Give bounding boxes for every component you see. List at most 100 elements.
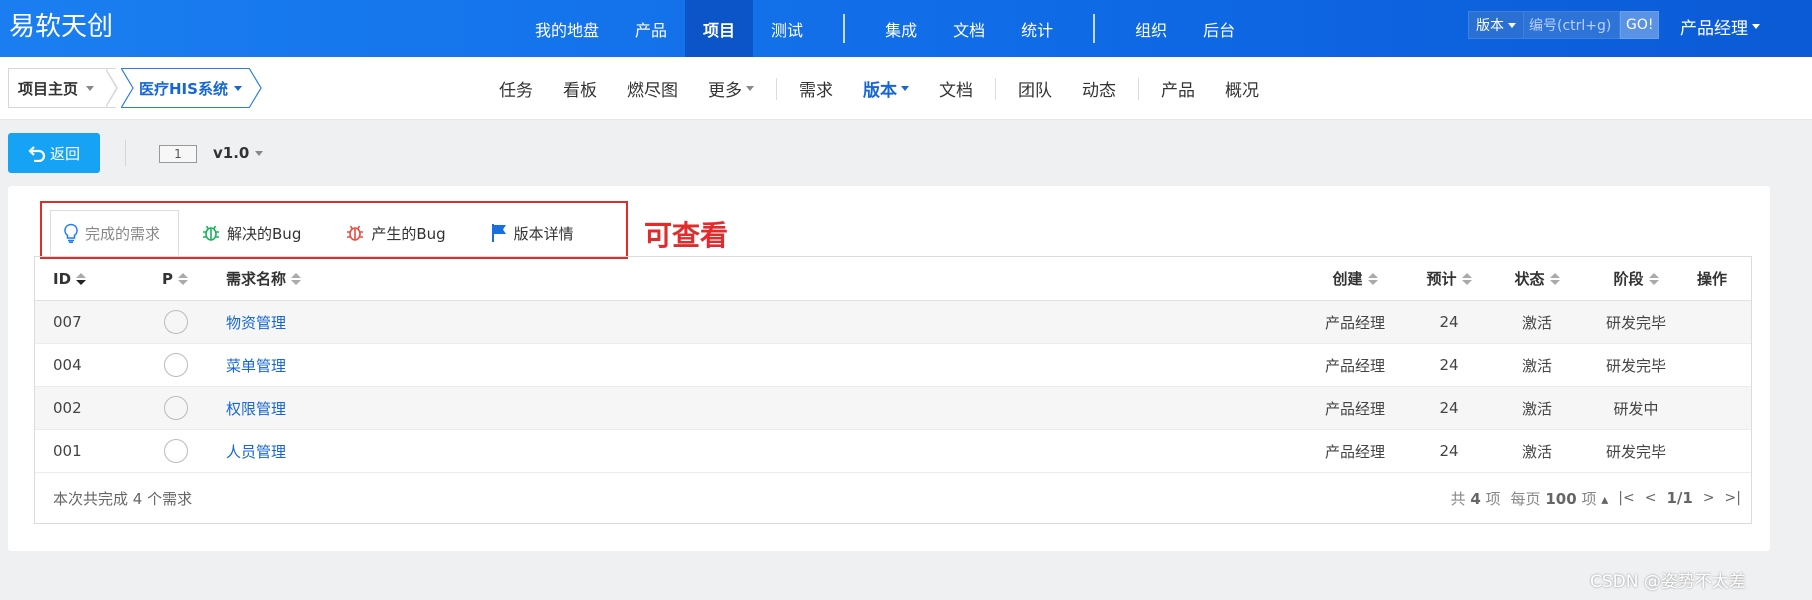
table-row: 004 菜单管理 产品经理 24 激活 研发完毕 — [35, 344, 1751, 387]
prev-page-icon[interactable]: < — [1645, 490, 1657, 506]
nav-item[interactable]: 我的地盘 — [517, 0, 617, 57]
cell-creator: 产品经理 — [1324, 356, 1385, 375]
subnav-item[interactable]: 产品 — [1146, 76, 1210, 101]
cell-status: 激活 — [1521, 399, 1552, 418]
table-header: ID P 需求名称 创建 预计 状态 阶段 操作 — [35, 257, 1751, 301]
top-navbar: 易软天创 我的地盘 产品 项目 测试 集成 文档 统计 组织 后台 版本 编号(ctrl+g) … — [0, 0, 1812, 57]
breadcrumb-project-name[interactable]: 医疗HIS系统 — [121, 68, 249, 108]
subnav-item-label: 团队 — [1018, 81, 1052, 101]
cell-creator: 产品经理 — [1324, 313, 1385, 332]
cell-priority — [162, 353, 226, 377]
subnav-item[interactable]: 文档 — [924, 76, 988, 101]
cell-stage: 研发完毕 — [1605, 442, 1666, 461]
sort-icon — [1648, 272, 1659, 285]
breadcrumb-arrow-fill — [105, 69, 116, 107]
subnav-item-label: 概况 — [1225, 81, 1259, 101]
last-page-icon[interactable]: >| — [1725, 490, 1741, 506]
search-type-select[interactable]: 版本 — [1468, 11, 1524, 39]
table-row: 007 物资管理 产品经理 24 激活 研发完毕 — [35, 301, 1751, 344]
story-link[interactable]: 物资管理 — [226, 312, 286, 333]
cell-priority — [162, 396, 226, 420]
priority-circle-icon — [164, 353, 188, 377]
story-link[interactable]: 权限管理 — [226, 398, 286, 419]
col-stage[interactable]: 阶段 — [1581, 268, 1691, 289]
cell-status: 激活 — [1521, 442, 1552, 461]
col-story-name[interactable]: 需求名称 — [226, 268, 1305, 289]
nav-divider — [843, 14, 846, 43]
nav-item[interactable]: 统计 — [1003, 0, 1071, 57]
subnav-item[interactable]: 概况 — [1210, 76, 1274, 101]
cell-status: 激活 — [1521, 356, 1552, 375]
lightbulb-icon — [63, 223, 79, 243]
nav-divider — [1093, 14, 1096, 43]
subnav-item[interactable]: 版本 — [848, 76, 924, 101]
story-link[interactable]: 人员管理 — [226, 441, 286, 462]
subnav-item[interactable]: 任务 — [484, 76, 548, 101]
quick-search: 版本 编号(ctrl+g) GO! — [1468, 11, 1660, 39]
version-switcher[interactable]: v1.0 — [213, 144, 264, 162]
subnav-item[interactable]: 需求 — [784, 76, 848, 101]
subnav-divider — [995, 77, 996, 100]
search-input[interactable]: 编号(ctrl+g) — [1524, 11, 1620, 39]
subnav-item-label: 版本 — [863, 81, 897, 101]
col-status[interactable]: 状态 — [1493, 268, 1581, 289]
cell-priority — [162, 310, 226, 334]
user-menu[interactable]: 产品经理 — [1680, 14, 1760, 39]
col-priority[interactable]: P — [162, 270, 226, 288]
build-panel: 完成的需求 解决的Bug 产生的Bug 版本详情 可查看 ID P 需求名称 创建 预… — [8, 186, 1770, 551]
sort-icon — [1461, 272, 1472, 285]
pager: 共 4 项 每页 100 项 ▴ |< < 1/1 > >| — [1451, 488, 1741, 509]
col-id[interactable]: ID — [35, 270, 162, 288]
cell-status: 激活 — [1521, 313, 1552, 332]
subnav-item[interactable]: 动态 — [1067, 76, 1131, 101]
nav-item[interactable]: 文档 — [935, 0, 1003, 57]
cell-id: 002 — [53, 399, 82, 417]
cell-name: 权限管理 — [226, 398, 1305, 419]
sort-icon — [1549, 272, 1560, 285]
breadcrumb-project-home[interactable]: 项目主页 — [8, 68, 116, 108]
main-nav: 我的地盘 产品 项目 测试 集成 文档 统计 组织 后台 — [517, 0, 1253, 57]
back-button[interactable]: 返回 — [8, 133, 100, 173]
cell-stage: 研发完毕 — [1605, 313, 1666, 332]
cell-creator: 产品经理 — [1324, 442, 1385, 461]
nav-item[interactable]: 组织 — [1117, 0, 1185, 57]
nav-item[interactable]: 项目 — [685, 0, 754, 57]
subnav-item-label: 文档 — [939, 81, 973, 101]
cell-estimate: 24 — [1439, 313, 1459, 331]
subnav-divider — [776, 77, 777, 100]
cell-stage: 研发完毕 — [1605, 356, 1666, 375]
col-estimate[interactable]: 预计 — [1405, 268, 1493, 289]
chevron-down-icon — [255, 150, 264, 156]
nav-item[interactable]: 后台 — [1185, 0, 1253, 57]
subnav-divider — [1138, 77, 1139, 100]
cell-id: 004 — [53, 356, 82, 374]
cell-stage: 研发中 — [1613, 399, 1659, 418]
search-go-button[interactable]: GO! — [1620, 11, 1660, 39]
subnav-item[interactable]: 看板 — [548, 76, 612, 101]
subnav-item[interactable]: 燃尽图 — [612, 76, 693, 101]
cell-estimate: 24 — [1439, 442, 1459, 460]
story-link[interactable]: 菜单管理 — [226, 355, 286, 376]
breadcrumb-tail — [121, 68, 134, 108]
undo-icon — [28, 146, 46, 162]
nav-item[interactable]: 测试 — [753, 0, 821, 57]
next-page-icon[interactable]: > — [1703, 490, 1715, 506]
chevron-down-icon — [746, 86, 754, 91]
app-logo[interactable]: 易软天创 — [9, 10, 113, 44]
nav-item[interactable]: 集成 — [867, 0, 935, 57]
col-creator[interactable]: 创建 — [1305, 268, 1405, 289]
sort-icon — [1367, 272, 1378, 285]
pager-per-page[interactable]: 每页 100 项 ▴ — [1511, 488, 1609, 509]
subnav-item-label: 看板 — [563, 81, 597, 101]
project-subnav: 任务 看板 燃尽图 更多 需求 版本 文档 团队 动态 产品 概况 — [484, 57, 1274, 120]
priority-circle-icon — [164, 396, 188, 420]
priority-circle-icon — [164, 439, 188, 463]
chevron-down-icon — [1508, 22, 1516, 28]
subnav-item[interactable]: 更多 — [693, 76, 769, 101]
sort-icon — [291, 272, 302, 285]
nav-item[interactable]: 产品 — [617, 0, 685, 57]
subnav-item[interactable]: 团队 — [1003, 76, 1067, 101]
watermark: CSDN @姿势不太差 — [1590, 572, 1746, 592]
first-page-icon[interactable]: |< — [1618, 490, 1634, 506]
tab-lightbulb[interactable]: 完成的需求 — [50, 210, 180, 256]
